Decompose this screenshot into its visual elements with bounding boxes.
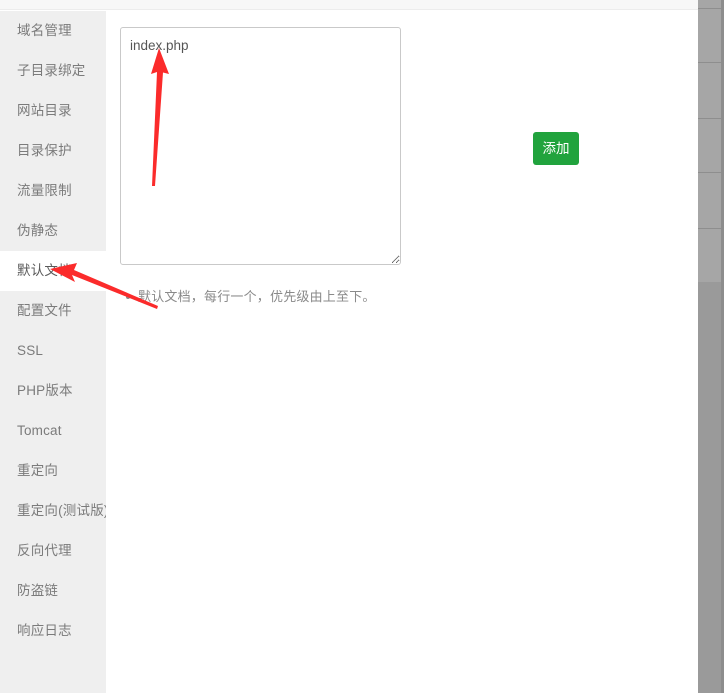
sidebar-item-label: SSL — [17, 343, 44, 358]
sidebar-item-label: 伪静态 — [17, 223, 59, 238]
sidebar-item-2[interactable]: 网站目录 — [0, 91, 106, 131]
sidebar-item-5[interactable]: 伪静态 — [0, 211, 106, 251]
default-document-textarea[interactable] — [120, 27, 401, 265]
site-settings-dialog: 域名管理子目录绑定网站目录目录保护流量限制伪静态默认文档配置文件 SSL PHP版本… — [0, 0, 698, 693]
sidebar-item-4[interactable]: 流量限制 — [0, 171, 106, 211]
settings-sidebar: 域名管理子目录绑定网站目录目录保护流量限制伪静态默认文档配置文件 SSL PHP版本… — [0, 11, 110, 693]
sidebar-item-10[interactable]: Tomcat — [0, 411, 106, 451]
page-backdrop-behind-modal — [698, 0, 724, 693]
sidebar-item-8[interactable]: SSL — [0, 331, 106, 371]
sidebar-item-label: Tomcat — [17, 423, 62, 438]
sidebar-item-label: 重定向(测试版) — [17, 503, 109, 518]
dialog-top-strip — [0, 0, 698, 10]
sidebar-item-label: 响应日志 — [17, 623, 72, 638]
hint-item: 默认文档，每行一个，优先级由上至下。 — [126, 287, 376, 307]
hint-list: 默认文档，每行一个，优先级由上至下。 — [114, 287, 376, 307]
sidebar-item-12[interactable]: 重定向(测试版) — [0, 491, 109, 531]
sidebar-item-label: 重定向 — [17, 463, 59, 478]
sidebar-item-label: 配置文件 — [17, 303, 72, 318]
sidebar-item-label: 域名管理 — [17, 23, 72, 38]
sidebar-item-label: 默认文档 — [17, 263, 72, 278]
sidebar-item-label: PHP版本 — [17, 383, 73, 398]
sidebar-item-3[interactable]: 目录保护 — [0, 131, 106, 171]
sidebar-item-label: 子目录绑定 — [17, 63, 86, 78]
sidebar-item-11[interactable]: 重定向 — [0, 451, 106, 491]
sidebar-item-7[interactable]: 配置文件 — [0, 291, 106, 331]
sidebar-item-1[interactable]: 子目录绑定 — [0, 51, 106, 91]
sidebar-item-label: 网站目录 — [17, 103, 72, 118]
sidebar-item-0[interactable]: 域名管理 — [0, 11, 106, 51]
sidebar-item-9[interactable]: PHP版本 — [0, 371, 106, 411]
default-document-panel: 添加 默认文档，每行一个，优先级由上至下。 — [106, 11, 698, 693]
sidebar-item-label: 目录保护 — [17, 143, 72, 158]
sidebar-item-14[interactable]: 防盗链 — [0, 571, 106, 611]
sidebar-item-label: 反向代理 — [17, 543, 72, 558]
add-button[interactable]: 添加 — [533, 132, 579, 165]
sidebar-item-6[interactable]: 默认文档 — [0, 251, 110, 291]
sidebar-item-label: 防盗链 — [17, 583, 59, 598]
sidebar-item-13[interactable]: 反向代理 — [0, 531, 106, 571]
sidebar-item-15[interactable]: 响应日志 — [0, 611, 106, 651]
sidebar-item-label: 流量限制 — [17, 183, 72, 198]
